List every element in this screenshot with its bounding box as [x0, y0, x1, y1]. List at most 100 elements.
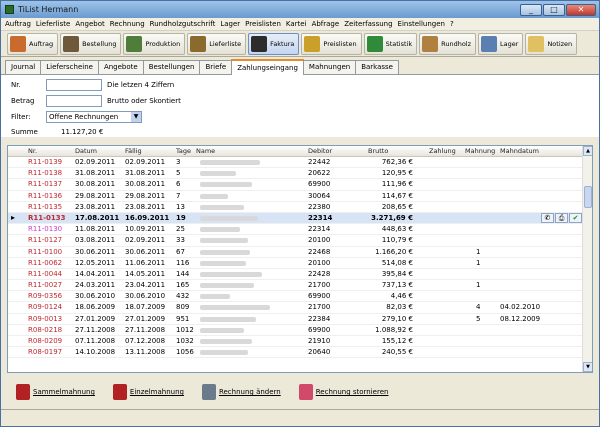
close-button[interactable]: ✕ [566, 3, 596, 16]
table-row[interactable]: R11-0100 30.06.2011 30.06.2011 67 22468 1.166… [8, 247, 584, 258]
table-row[interactable]: R11-0044 14.04.2011 14.05.2011 144 22428 395,… [8, 269, 584, 281]
menu-item-lieferliste[interactable]: Lieferliste [36, 20, 70, 28]
menu-item-zeiterfassung[interactable]: Zeiterfassung [344, 20, 392, 28]
column-header-8[interactable]: Zahlung [429, 147, 456, 155]
einzelmahnung-button[interactable]: Einzelmahnung [110, 381, 187, 403]
column-header-10[interactable]: Mahndatum [500, 147, 539, 155]
menu-item-rundholzgutschrift[interactable]: Rundholzgutschrift [150, 20, 216, 28]
tab-journal[interactable]: Journal [5, 60, 42, 74]
toolbar-label: Faktura [270, 39, 295, 48]
cell-mahnung: 1 [476, 258, 481, 267]
tab-briefe[interactable]: Briefe [199, 60, 233, 74]
toolbar-produktion-button[interactable]: Produktion [123, 32, 186, 55]
chevron-down-icon[interactable]: ▼ [131, 112, 141, 122]
cell-datum: 30.06.2010 [75, 292, 116, 301]
table-row[interactable]: R11-0135 23.08.2011 23.08.2011 13 22380 208,6… [8, 202, 584, 213]
cell-datum: 24.03.2011 [75, 281, 116, 290]
toolbar-statistik-button[interactable]: Statistik [363, 32, 418, 55]
column-header-7[interactable]: Brutto [368, 147, 388, 155]
table-row[interactable]: R09-0013 27.01.2009 27.01.2009 951 22384 279,… [8, 314, 584, 325]
table-row[interactable]: R11-0027 24.03.2011 23.04.2011 165 21700 737,… [8, 280, 584, 292]
toolbar-bestellung-button[interactable]: Bestellung [60, 32, 122, 55]
column-header-2[interactable]: Datum [75, 147, 97, 155]
toolbar-faktura-button[interactable]: Faktura [248, 32, 300, 55]
menu-item-lager[interactable]: Lager [220, 20, 240, 28]
scroll-up-icon[interactable]: ▲ [583, 146, 592, 156]
column-header-6[interactable]: Debitor [308, 147, 332, 155]
cell-debitor: 22380 [308, 202, 331, 211]
print-icon[interactable]: ⎙ [555, 212, 568, 223]
minimize-button[interactable]: _ [520, 3, 542, 16]
cell-nr: R08-0218 [28, 325, 63, 334]
cell-tage: 7 [176, 191, 181, 200]
toolbar-lager-button[interactable]: Lager [478, 32, 524, 55]
tab-mahnungen[interactable]: Mahnungen [302, 60, 357, 74]
tab-lieferscheine[interactable]: Lieferscheine [40, 60, 99, 74]
menu-item-einstellungen[interactable]: Einstellungen [398, 20, 445, 28]
cell-faellig: 02.09.2011 [125, 236, 166, 245]
faktura-icon [251, 35, 268, 52]
nr-input[interactable] [46, 79, 102, 91]
tab-bestellungen[interactable]: Bestellungen [142, 60, 201, 74]
betrag-input[interactable] [46, 95, 102, 107]
table-row[interactable]: R11-0062 12.05.2011 11.06.2011 116 20100 514,… [8, 258, 584, 269]
toolbar-preislisten-button[interactable]: Preislisten [301, 32, 362, 55]
cell-debitor: 22314 [308, 225, 331, 234]
menu-item-auftrag[interactable]: Auftrag [5, 20, 31, 28]
menu-item-rechnung[interactable]: Rechnung [110, 20, 145, 28]
column-header-4[interactable]: Tage [176, 147, 191, 155]
table-row[interactable]: R11-0137 30.08.2011 30.08.2011 6 69900 111,96… [8, 179, 584, 191]
button-label: Rechnung stornieren [315, 388, 389, 396]
maximize-button[interactable]: □ [543, 3, 565, 16]
scroll-thumb[interactable] [584, 186, 592, 208]
cell-nr: R11-0135 [28, 202, 63, 211]
menu-item-angebot[interactable]: Angebot [75, 20, 104, 28]
table-row[interactable]: R08-0197 14.10.2008 13.11.2008 1056 20640 240… [8, 347, 584, 359]
column-header-3[interactable]: Fällig [125, 147, 142, 155]
column-header-9[interactable]: Mahnung [465, 147, 495, 155]
filter-select[interactable]: Offene Rechnungen ▼ [46, 111, 142, 123]
table-row[interactable]: R09-0124 18.06.2009 18.07.2009 809 21700 82,0… [8, 302, 584, 314]
tab-zahlungseingang[interactable]: Zahlungseingang [231, 59, 304, 75]
cell-datum: 12.05.2011 [75, 258, 116, 267]
table-row[interactable]: R11-0136 29.08.2011 29.08.2011 7 30064 114,67… [8, 191, 584, 202]
phone-icon[interactable]: ✆ [541, 212, 554, 223]
table-row[interactable]: R08-0218 27.11.2008 27.11.2008 1012 69900 1.0… [8, 325, 584, 336]
table-row[interactable]: ▸ R11-0133 17.08.2011 16.09.2011 19 22314 3.27… [8, 212, 584, 225]
table-row[interactable]: R11-0127 03.08.2011 02.09.2011 33 20100 110,7… [8, 235, 584, 247]
tab-barkasse[interactable]: Barkasse [355, 60, 399, 74]
menu-item-abfrage[interactable]: Abfrage [312, 20, 340, 28]
cell-datum: 23.08.2011 [75, 202, 116, 211]
cell-tage: 6 [176, 180, 181, 189]
table-row[interactable]: R09-0356 30.06.2010 30.06.2010 432 69900 4,46… [8, 291, 584, 303]
table-row[interactable]: R11-0130 11.08.2011 10.09.2011 25 22314 448,6… [8, 224, 584, 236]
cell-brutto: 279,10 € [381, 314, 413, 323]
table-row[interactable]: R08-0209 07.11.2008 07.12.2008 1032 21910 155… [8, 336, 584, 348]
table-row[interactable]: R11-0139 02.09.2011 02.09.2011 3 22442 762,36… [8, 157, 584, 169]
sammelmahnung-button[interactable]: Sammelmahnung [13, 381, 98, 403]
menu-item-preislisten[interactable]: Preislisten [245, 20, 281, 28]
checkmark-icon[interactable]: ✔ [569, 212, 582, 223]
cell-debitor: 21700 [308, 281, 331, 290]
toolbar-rundholz-button[interactable]: Rundholz [419, 32, 477, 55]
column-header-5[interactable]: Name [196, 147, 215, 155]
toolbar-lieferliste-button[interactable]: Lieferliste [187, 32, 247, 55]
menu-item-kartei[interactable]: Kartei [286, 20, 307, 28]
vertical-scrollbar[interactable]: ▲ ▼ [582, 146, 592, 372]
cell-faellig: 16.09.2011 [125, 213, 170, 222]
column-header-1[interactable]: Nr. [28, 147, 37, 155]
rechnung-stornieren-button[interactable]: Rechnung stornieren [296, 381, 392, 403]
rechnung-ndern-button[interactable]: Rechnung ändern [199, 381, 284, 403]
toolbar-auftrag-button[interactable]: Auftrag [7, 32, 59, 55]
scroll-down-icon[interactable]: ▼ [583, 362, 592, 372]
button-label: Einzelmahnung [129, 388, 184, 396]
tab-angebote[interactable]: Angebote [97, 60, 144, 74]
cell-datum: 30.08.2011 [75, 180, 116, 189]
lager-icon [481, 35, 498, 52]
toolbar-notizen-button[interactable]: Notizen [525, 32, 578, 55]
cell-brutto: 155,12 € [381, 337, 413, 345]
cell-tage: 951 [176, 314, 190, 323]
menu-item-[interactable]: ? [450, 20, 454, 28]
table-row[interactable]: R11-0138 31.08.2011 31.08.2011 5 20622 120,95… [8, 168, 584, 180]
einzelmahnung-icon [112, 384, 127, 400]
